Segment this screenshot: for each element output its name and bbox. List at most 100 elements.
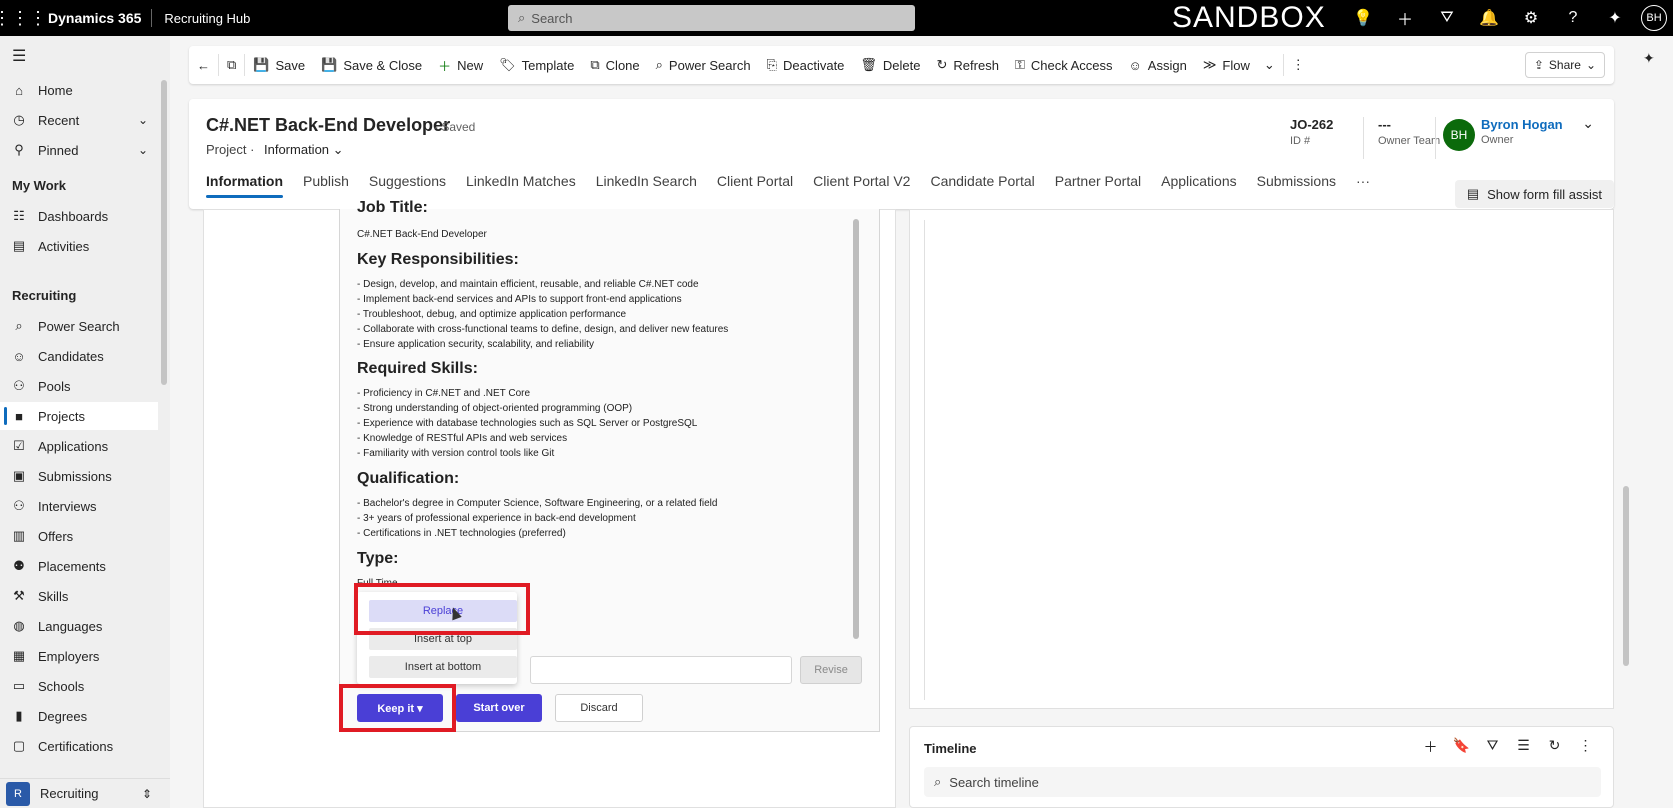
nav-skills[interactable]: ⚒ Skills [0,582,158,610]
tab-suggestions[interactable]: Suggestions [369,163,446,199]
form-selector[interactable]: Information ⌄ [264,142,344,158]
revise-prompt-input[interactable] [530,656,792,684]
start-over-button[interactable]: Start over [456,694,542,722]
power-search-button[interactable]: ⌕ Power Search [648,46,759,84]
nav-activities[interactable]: ▤ Activities [0,232,158,260]
area-switcher[interactable]: R Recruiting ⇕ [0,778,170,808]
chevron-down-icon: ⌄ [1263,57,1275,72]
assign-button[interactable]: ☺ Assign [1121,46,1195,84]
tab-client-portal[interactable]: Client Portal [717,163,793,199]
nav-languages[interactable]: ◍ Languages [0,612,158,640]
copilot-icon[interactable]: ✦ [1594,8,1636,28]
copilot-side-icon[interactable]: ✦ [1643,50,1655,67]
right-section-panel [909,209,1614,709]
chevron-down-icon[interactable]: ⌄ [138,113,148,127]
insert-at-top-menu-item[interactable]: Insert at top [369,628,517,650]
nav-schools[interactable]: ▭ Schools [0,672,158,700]
hamburger-icon[interactable]: ☰ [12,46,26,66]
deactivate-button[interactable]: ⎘ Deactivate [759,46,853,84]
nav-dashboards[interactable]: ☷ Dashboards [0,202,158,230]
tab-linkedin-search[interactable]: LinkedIn Search [596,163,697,199]
area-name[interactable]: Recruiting Hub [152,11,250,26]
tab-linkedin-matches[interactable]: LinkedIn Matches [466,163,576,199]
search-icon: ⌕ [655,57,663,72]
tab-overflow-button[interactable]: ··· [1356,163,1370,199]
tab-partner-portal[interactable]: Partner Portal [1055,163,1141,199]
new-button[interactable]: ＋ New [430,46,491,84]
gear-icon[interactable]: ⚙ [1510,8,1552,28]
nav-candidates[interactable]: ☺ Candidates [0,342,158,370]
list-icon[interactable]: ☰ [1508,737,1539,757]
refresh-icon[interactable]: ↻ [1539,737,1570,757]
nav-offers[interactable]: ▥ Offers [0,522,158,550]
flow-button[interactable]: ≫ Flow ⌄ [1195,46,1283,84]
owner-name-link[interactable]: Byron Hogan [1481,117,1563,132]
id-value: JO-262 [1290,117,1334,132]
timeline-search-input[interactable]: ⌕ Search timeline [924,767,1601,797]
tab-client-portal-v2[interactable]: Client Portal V2 [813,163,910,199]
bookmark-icon[interactable]: 🔖 [1446,737,1477,757]
app-launcher-icon[interactable]: ⋮⋮⋮ [0,0,47,36]
nav-projects[interactable]: ■ Projects [0,402,158,430]
nav-applications[interactable]: ☑ Applications [0,432,158,460]
page-scrollbar[interactable] [1623,486,1629,666]
bell-icon[interactable]: 🔔 [1468,8,1510,28]
nav-home[interactable]: ⌂ Home [0,76,158,104]
tab-information[interactable]: Information [206,163,283,199]
insert-at-bottom-menu-item[interactable]: Insert at bottom [369,656,517,678]
nav-certifications[interactable]: ▢ Certifications [0,732,158,760]
nav-employers[interactable]: ▦ Employers [0,642,158,670]
owner-team-label: Owner Team [1378,135,1441,147]
lightbulb-icon[interactable]: 💡 [1342,8,1384,28]
nav-pools[interactable]: ⚇ Pools [0,372,158,400]
delete-button[interactable]: 🗑 Delete [852,46,928,84]
chevron-down-icon: ⌄ [1585,58,1596,72]
more-commands-button[interactable]: ⋮ [1284,46,1313,84]
nav-degrees[interactable]: ▮ Degrees [0,702,158,730]
clone-button[interactable]: ⧉ Clone [582,46,647,84]
replace-menu-item[interactable]: Replace [369,600,517,622]
back-button[interactable]: ← [189,46,218,84]
building-icon: ▦ [12,648,26,663]
app-name[interactable]: Dynamics 365 [40,10,151,26]
tab-applications[interactable]: Applications [1161,163,1237,199]
deactivate-icon: ⎘ [766,57,777,72]
save-close-button[interactable]: 💾 Save & Close [313,46,430,84]
filter-icon[interactable]: ⛛ [1426,9,1468,27]
keep-it-button[interactable]: Keep it ▾ [357,694,443,722]
plus-icon[interactable]: ＋ [1384,6,1426,30]
check-access-button[interactable]: ⚿ Check Access [1007,46,1121,84]
nav-scrollbar[interactable] [161,80,167,385]
revise-button[interactable]: Revise [800,656,862,684]
refresh-button[interactable]: ↻ Refresh [929,46,1007,84]
nav-interviews[interactable]: ⚇ Interviews [0,492,158,520]
more-vertical-icon[interactable]: ⋮ [1570,737,1601,757]
popout-button[interactable]: ⧉ [219,46,244,84]
share-button[interactable]: ⇪ Share ⌄ [1524,52,1605,78]
help-icon[interactable]: ? [1552,9,1594,27]
chevron-down-icon[interactable]: ⌄ [138,143,148,157]
assign-label: Assign [1147,57,1187,73]
ai-card-scrollbar[interactable] [853,219,859,639]
save-button[interactable]: 💾 Save [245,46,313,84]
nav-power-search[interactable]: ⌕ Power Search [0,312,158,340]
user-avatar[interactable]: BH [1641,5,1667,31]
nav-recent[interactable]: ◷ Recent ⌄ [0,106,158,134]
global-search-input[interactable]: ⌕ Search [508,5,915,31]
owner-avatar: BH [1443,119,1475,151]
header-expand-chevron-icon[interactable]: ⌄ [1582,115,1594,132]
discard-button[interactable]: Discard [555,694,643,722]
form-fill-assist-button[interactable]: ▤ Show form fill assist [1454,180,1614,208]
owner-team-value: --- [1378,117,1391,132]
nav-section-recruiting: Recruiting [12,288,77,303]
template-button[interactable]: 🏷 Template [491,46,582,84]
plus-icon[interactable]: ＋ [1415,737,1446,757]
filter-icon[interactable]: ⛛ [1477,737,1508,757]
globe-icon: ◍ [13,618,25,633]
nav-submissions[interactable]: ▣ Submissions [0,462,158,490]
tab-candidate-portal[interactable]: Candidate Portal [930,163,1034,199]
tab-publish[interactable]: Publish [303,163,349,199]
tab-submissions[interactable]: Submissions [1257,163,1336,199]
nav-placements[interactable]: ⚉ Placements [0,552,158,580]
nav-pinned[interactable]: ⚲ Pinned ⌄ [0,136,158,164]
